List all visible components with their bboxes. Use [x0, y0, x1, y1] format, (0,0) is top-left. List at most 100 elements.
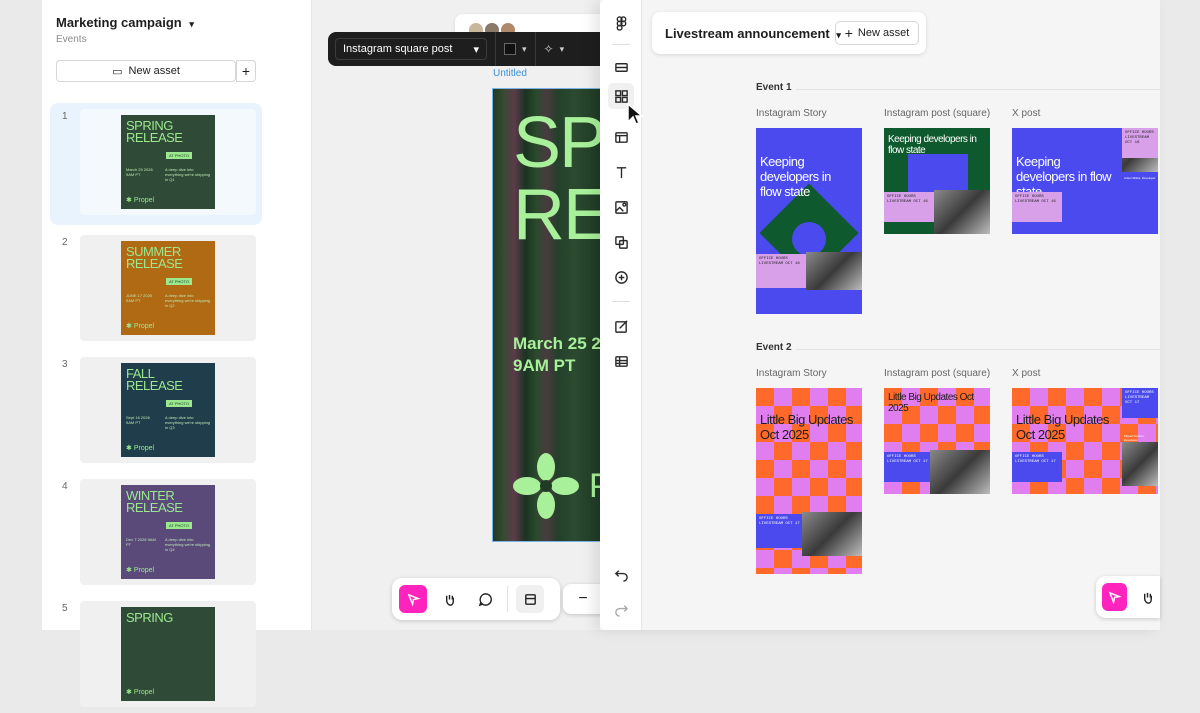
propel-logo-icon: ✱: [126, 445, 132, 452]
poster-brand: ✱ Propel: [126, 322, 155, 331]
frame-name-label[interactable]: Untitled: [493, 68, 527, 79]
speaker-photo: [806, 252, 862, 290]
frame-number: 4: [62, 481, 68, 492]
asset-artwork[interactable]: Keeping developers in flow state OFFICE …: [756, 128, 862, 314]
chevron-down-icon: ▾: [522, 43, 527, 54]
asset-artwork[interactable]: Little Big Updates Oct 2025 OFFICE HOURS…: [884, 388, 990, 494]
comment-tool-button[interactable]: [471, 585, 499, 613]
poster-text: A deep dive into everything we're shippi…: [165, 167, 211, 182]
asset-headline: Keeping developers in flow state: [888, 134, 977, 156]
project-subtitle: Events: [56, 34, 87, 45]
toolbar-divider: [507, 586, 508, 612]
add-frame-button[interactable]: +: [236, 60, 256, 82]
frame-thumbnail[interactable]: 3 FALL RELEASE AT PHOTO Sept 16 2026 9AM…: [50, 351, 262, 469]
speaker-caption: Miguel Gordon, Developer: [1124, 434, 1145, 442]
frame-thumbnail[interactable]: 4 WINTER RELEASE AT PHOTO Dec 7 2026 9AM…: [50, 473, 262, 591]
asset-headline: Little Big Updates Oct 2025: [1016, 412, 1109, 442]
frame-icon: ▭: [112, 65, 123, 78]
table-icon[interactable]: [608, 348, 634, 374]
new-asset-button[interactable]: ▭ New asset: [56, 60, 236, 82]
poster-thumbnail: FALL RELEASE AT PHOTO Sept 16 2026 9AM P…: [121, 363, 215, 457]
frame-thumbnail[interactable]: 2 SUMMER RELEASE AT PHOTO JUNE 17 2026 9…: [50, 229, 262, 347]
poster-date: Dec 7 2026 9AM PT: [126, 537, 156, 547]
figma-logo-icon[interactable]: [608, 10, 634, 36]
propel-logo-icon: ✱: [126, 567, 132, 574]
frame-number: 5: [62, 603, 68, 614]
sparkle-icon: ✧: [543, 42, 554, 56]
poster-title: SUMMER RELEASE: [126, 244, 183, 271]
format-column-header: X post: [1012, 368, 1041, 379]
hand-tool-button[interactable]: [435, 585, 463, 613]
toolbar-divider: [495, 32, 496, 66]
livestream-badge: OFFICE HOURS LIVESTREAM OCT 16: [756, 254, 806, 288]
properties-toolbar: Instagram square post ▾ ▾ ✧ ▾: [328, 32, 628, 66]
poster-brand: ✱ Propel: [126, 688, 155, 697]
edit-icon[interactable]: [608, 313, 634, 339]
chevron-down-icon[interactable]: ▾: [189, 19, 194, 29]
format-column-header: Instagram Story: [756, 368, 827, 379]
color-swatch: [504, 43, 516, 55]
format-column-header: Instagram Story: [756, 108, 827, 119]
project-header: Livestream announcement ▾ + New asset: [652, 12, 926, 54]
undo-icon[interactable]: [608, 561, 634, 587]
hand-tool-button[interactable]: [1135, 583, 1160, 611]
frame-thumbnail[interactable]: 5 SPRING ✱ Propel: [50, 595, 262, 713]
propel-logo-icon: ✱: [126, 323, 132, 330]
zoom-out-button[interactable]: −: [563, 584, 603, 614]
event-divider: [796, 89, 1160, 90]
livestream-badge: OFFICE HOURS LIVESTREAM OCT 16: [1122, 128, 1158, 158]
fill-color-picker[interactable]: ▾: [504, 43, 527, 55]
frame-card: SPRING ✱ Propel: [80, 601, 256, 707]
poster-badge: AT PHOTO: [166, 400, 193, 407]
livestream-badge: OFFICE HOURS LIVESTREAM OCT 17: [756, 514, 806, 548]
project-title[interactable]: Marketing campaign ▾: [56, 15, 194, 30]
layout-icon[interactable]: [608, 124, 634, 150]
add-icon[interactable]: [608, 264, 634, 290]
livestream-badge: OFFICE HOURS LIVESTREAM OCT 17: [1012, 452, 1062, 482]
propel-logo-icon: ✱: [126, 197, 132, 204]
asset-headline: Little Big Updates Oct 2025: [760, 412, 853, 442]
single-view-icon[interactable]: [608, 54, 634, 80]
speaker-caption: Ankur Mittra, Developer: [1124, 176, 1156, 180]
selected-frame-poster[interactable]: SPRRE March 25 29AM PT P: [492, 88, 602, 542]
asset-artwork[interactable]: Keeping developers in flow state OFFICE …: [884, 128, 990, 234]
frame-card: SPRING RELEASE AT PHOTO March 25 2026 9A…: [80, 109, 256, 215]
format-column-header: Instagram post (square): [884, 108, 991, 119]
assets-button[interactable]: [516, 585, 544, 613]
frames-panel: Marketing campaign ▾ Events ▭ New asset +…: [42, 0, 312, 707]
select-tool-button[interactable]: [1102, 583, 1127, 611]
frame-thumbnail[interactable]: 1 SPRING RELEASE AT PHOTO March 25 2026 …: [50, 103, 262, 225]
format-column-header: Instagram post (square): [884, 368, 991, 379]
text-tool-icon[interactable]: [608, 159, 634, 185]
poster-date: March 25 2026 9AM PT: [126, 167, 153, 177]
format-select[interactable]: Instagram square post ▾: [335, 38, 487, 60]
livestream-badge: OFFICE HOURS LIVESTREAM OCT 16: [1012, 192, 1062, 222]
poster-title: SPRRE: [513, 103, 602, 255]
livestream-badge: OFFICE HOURS LIVESTREAM OCT 16: [884, 192, 934, 222]
project-title[interactable]: Livestream announcement ▾: [665, 26, 841, 41]
asset-artwork[interactable]: Little Big Updates Oct 2025 OFFICE HOURS…: [1012, 388, 1158, 494]
canvas-right[interactable]: [642, 0, 1160, 630]
effects-button[interactable]: ✧ ▾: [544, 42, 565, 56]
livestream-badge: OFFICE HOURS LIVESTREAM OCT 17: [884, 452, 934, 482]
asset-artwork[interactable]: Keeping developers in flow state OFFICE …: [1012, 128, 1158, 234]
bottom-tool-bar: [392, 578, 560, 620]
poster-text: A deep dive into everything we're shippi…: [165, 415, 211, 430]
speaker-photo: [930, 450, 990, 494]
shapes-tool-icon[interactable]: [608, 229, 634, 255]
new-asset-button[interactable]: + New asset: [835, 21, 919, 45]
poster-title: WINTER RELEASE: [126, 488, 183, 515]
select-tool-button[interactable]: [399, 585, 427, 613]
poster-badge: AT PHOTO: [166, 152, 193, 159]
frame-card: SUMMER RELEASE AT PHOTO JUNE 17 2026 9AM…: [80, 235, 256, 341]
right-app-window: Livestream announcement ▾ + New asset Eve…: [600, 0, 1160, 630]
speaker-photo: [802, 512, 862, 556]
poster-title: SPRING RELEASE: [126, 118, 183, 145]
asset-artwork[interactable]: Little Big Updates Oct 2025 OFFICE HOURS…: [756, 388, 862, 574]
event-label: Event 1: [756, 82, 792, 93]
poster-thumbnail: SPRING ✱ Propel: [121, 607, 215, 701]
image-tool-icon[interactable]: [608, 194, 634, 220]
poster-badge: AT PHOTO: [166, 522, 193, 529]
poster-date: JUNE 17 2026 9AM PT: [126, 293, 153, 303]
redo-icon[interactable]: [608, 596, 634, 622]
